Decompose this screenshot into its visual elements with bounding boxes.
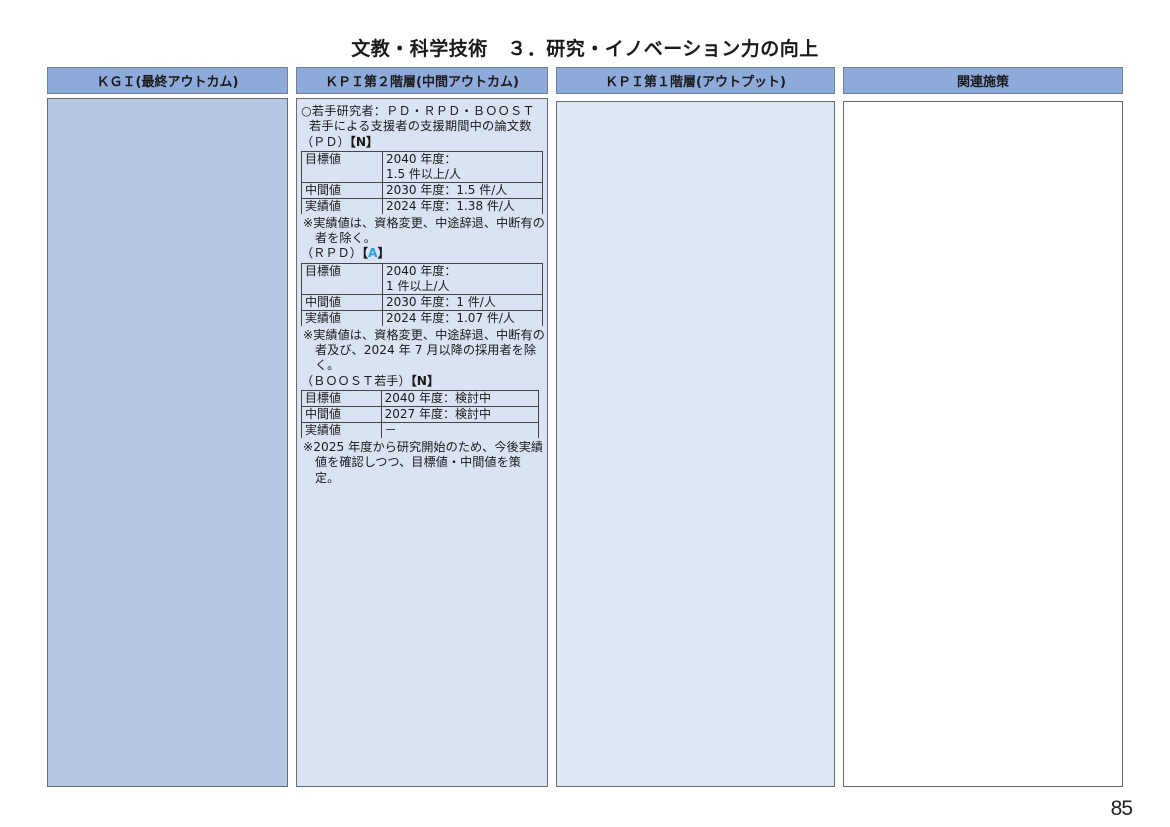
row-label: 中間値 xyxy=(301,405,382,423)
row-label: 実績値 xyxy=(301,197,383,214)
table-row: 実績値 2024 年度：1.07 件/人 xyxy=(301,309,543,326)
table-row: 目標値 2040 年度： 1.5 件以上/人 xyxy=(301,150,543,183)
group-heading: （ＲＰＤ）【A】 xyxy=(301,246,390,261)
row-label: 実績値 xyxy=(301,421,382,438)
group-label: （ＲＰＤ） xyxy=(301,246,362,261)
table-row: 実績値 2024 年度：1.38 件/人 xyxy=(301,197,543,214)
table-row: 実績値 － xyxy=(301,421,540,438)
header-kpi-level1: ＫＰＩ第１階層(アウトプット) xyxy=(556,67,835,94)
metric-name: ○若手研究者：ＰＤ・ＲＰＤ・ＢＯＯＳＴ若手による支援者の支援期間中の論文数 xyxy=(301,104,535,134)
row-value: 2040 年度： 1.5 件以上/人 xyxy=(382,150,543,183)
table-row: 中間値 2027 年度：検討中 xyxy=(301,405,540,423)
table-row: 中間値 2030 年度：1.5 件/人 xyxy=(301,181,543,199)
page-number: 85 xyxy=(1110,797,1133,820)
row-value: 2024 年度：1.07 件/人 xyxy=(382,309,543,326)
row-label: 目標値 xyxy=(301,150,383,183)
related-measures-column xyxy=(843,101,1123,787)
group-label: （ＢＯＯＳＴ若手） xyxy=(301,373,411,388)
row-value: 2040 年度：検討中 xyxy=(380,389,540,407)
kpi-level2-column: ○若手研究者：ＰＤ・ＲＰＤ・ＢＯＯＳＴ若手による支援者の支援期間中の論文数 （Ｐ… xyxy=(296,98,548,787)
row-label: 実績値 xyxy=(301,309,383,326)
row-label: 目標値 xyxy=(301,389,382,407)
note: ※2025 年度から研究開始のため、今後実績値を確認しつつ、目標値・中間値を策定… xyxy=(303,439,544,485)
row-value: 2030 年度：1.5 件/人 xyxy=(382,181,543,199)
page-title: 文教・科学技術 ３．研究・イノベーション力の向上 xyxy=(351,38,819,60)
grade-badge: N xyxy=(355,134,367,149)
grade-badge: N xyxy=(416,373,427,388)
row-label: 目標値 xyxy=(301,262,383,295)
row-value: 2040 年度： 1 件以上/人 xyxy=(382,262,543,295)
table-row: 目標値 2040 年度： 1 件以上/人 xyxy=(301,262,543,295)
header-kgi: ＫＧＩ(最終アウトカム) xyxy=(47,67,288,94)
row-value: 2030 年度：1 件/人 xyxy=(382,293,543,311)
kpi-level2-content: ○若手研究者：ＰＤ・ＲＰＤ・ＢＯＯＳＴ若手による支援者の支援期間中の論文数 （Ｐ… xyxy=(301,104,545,486)
table-row: 中間値 2030 年度：1 件/人 xyxy=(301,293,543,311)
header-kpi-level2: ＫＰＩ第２階層(中間アウトカム) xyxy=(296,67,548,94)
group-heading: （ＢＯＯＳＴ若手）【N】 xyxy=(301,373,440,388)
kgi-column xyxy=(47,98,288,787)
row-label: 中間値 xyxy=(301,293,383,311)
row-value: 2024 年度：1.38 件/人 xyxy=(382,197,543,214)
value-table: 目標値 2040 年度：検討中 中間値 2027 年度：検討中 実績値 － xyxy=(301,389,540,438)
value-table: 目標値 2040 年度： 1 件以上/人 中間値 2030 年度：1 件/人 実績… xyxy=(301,262,543,326)
table-row: 目標値 2040 年度：検討中 xyxy=(301,389,540,407)
row-label: 中間値 xyxy=(301,181,383,199)
note: ※実績値は、資格変更、中途辞退、中断有の者及び、2024 年 7 月以降の採用者… xyxy=(303,327,545,373)
group-label: （ＰＤ） xyxy=(301,134,350,149)
row-value: 2027 年度：検討中 xyxy=(380,405,540,423)
group-heading: （ＰＤ）【N】 xyxy=(301,134,379,149)
header-related-measures: 関連施策 xyxy=(843,67,1123,94)
note: ※実績値は、資格変更、中途辞退、中断有の者を除く。 xyxy=(303,215,545,246)
kpi-level1-column xyxy=(556,101,835,787)
row-value: － xyxy=(380,421,540,438)
value-table: 目標値 2040 年度： 1.5 件以上/人 中間値 2030 年度：1.5 件/… xyxy=(301,150,543,214)
